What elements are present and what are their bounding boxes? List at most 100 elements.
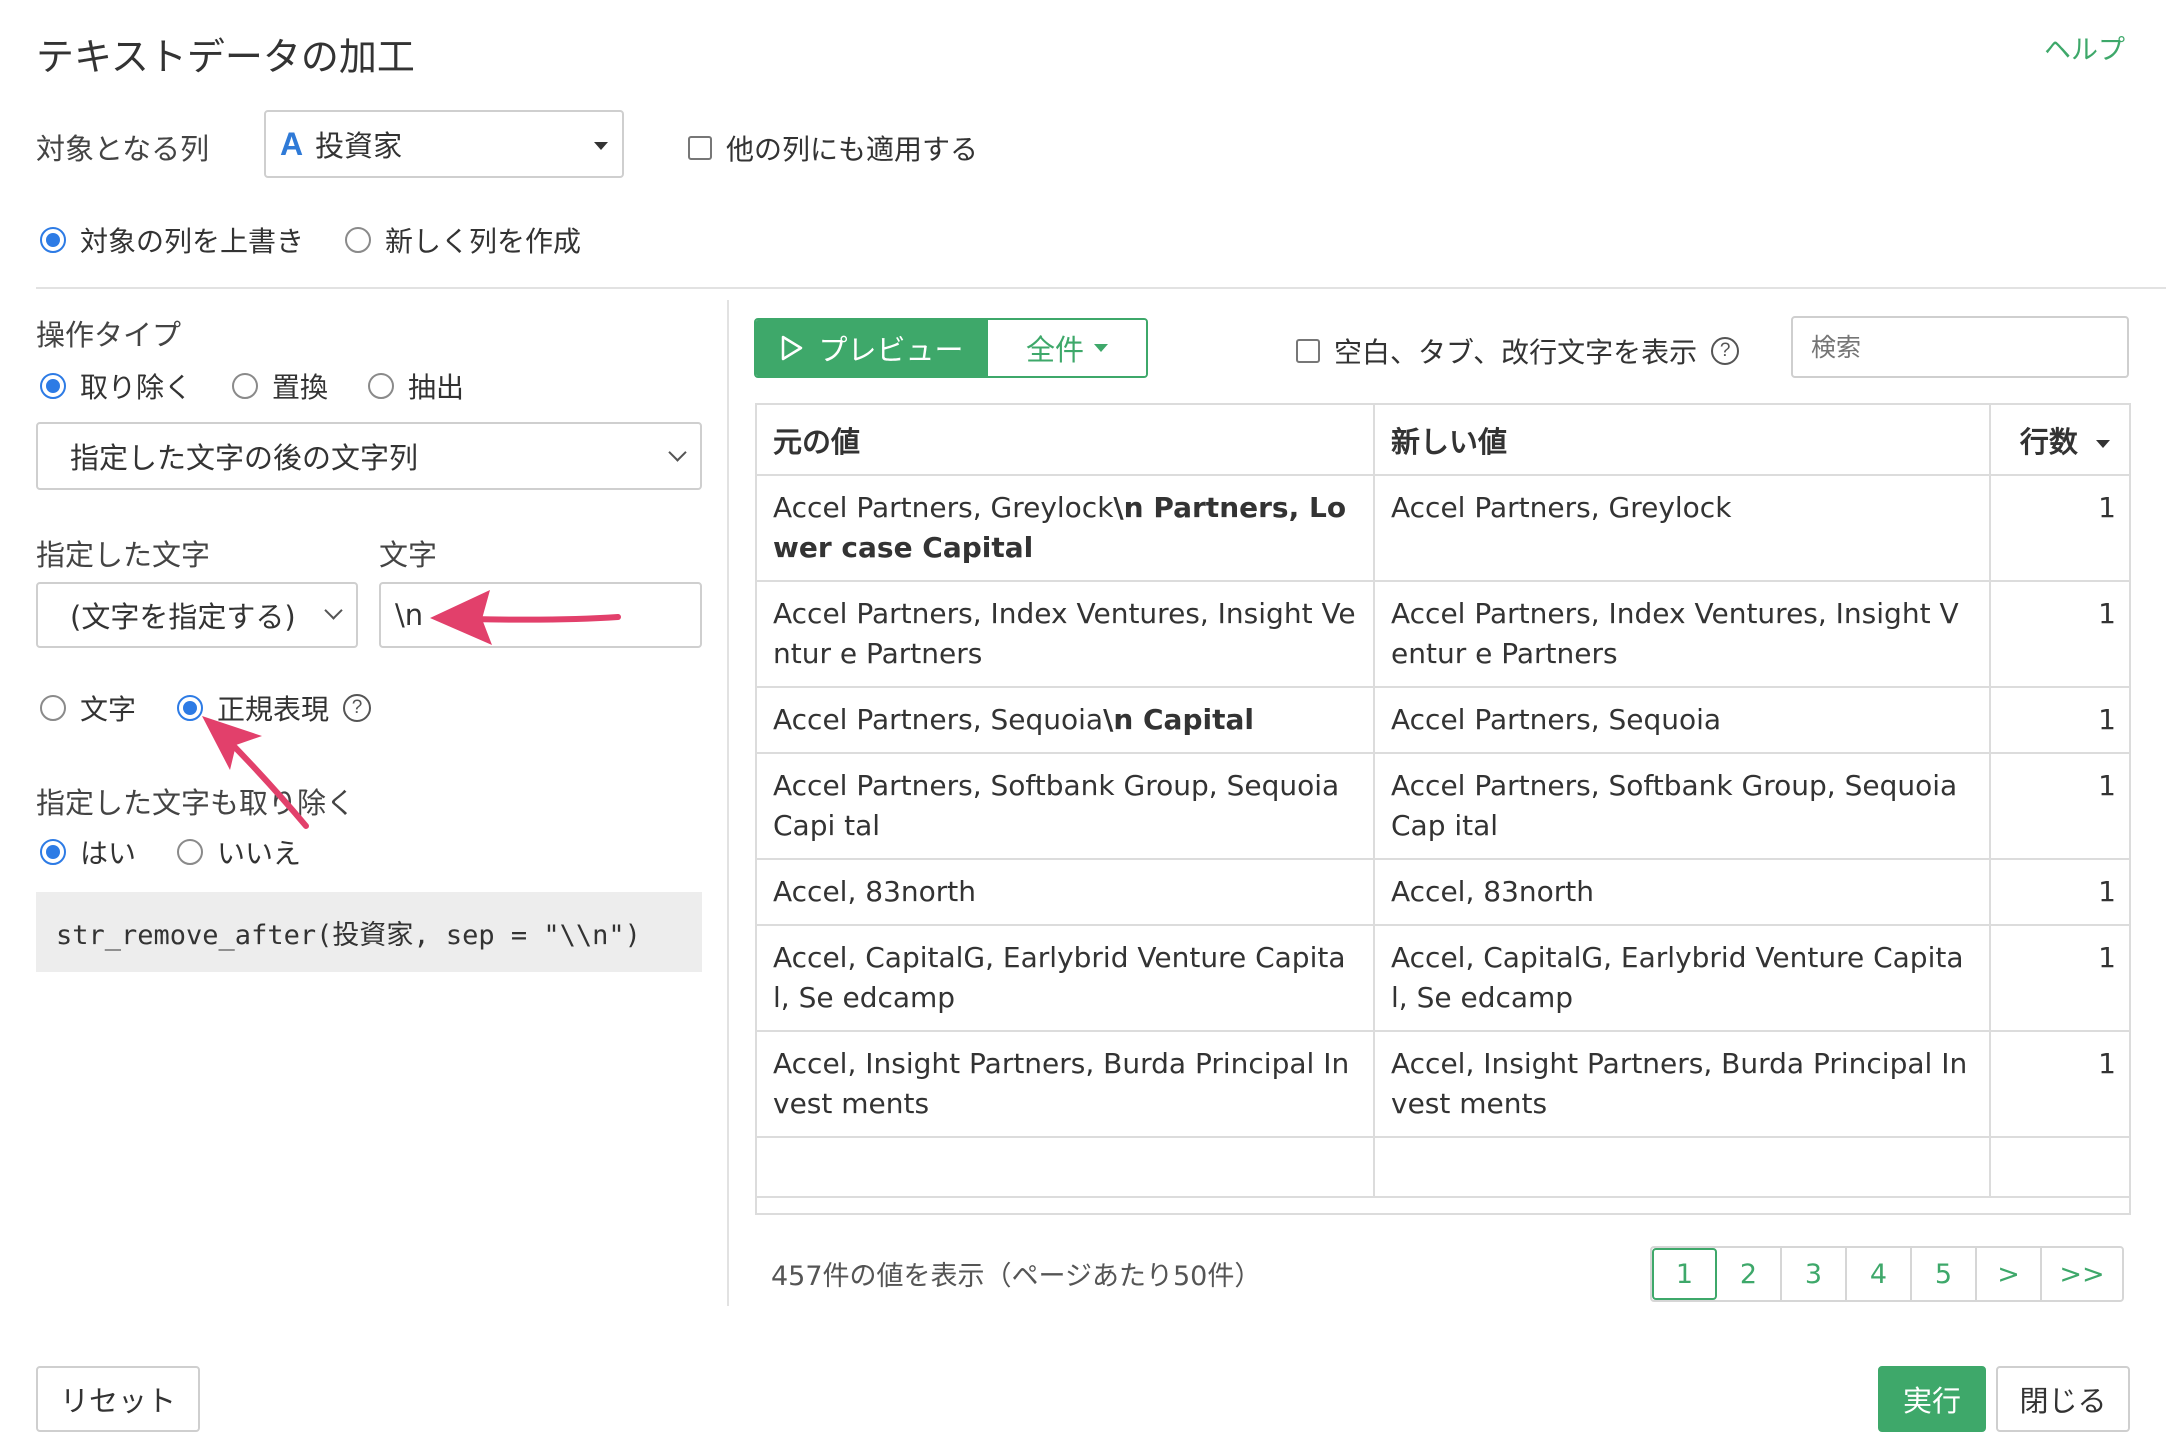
new-value-cell: Accel, Insight Partners, Burda Principal… bbox=[1374, 1031, 1991, 1138]
search-input[interactable] bbox=[1811, 332, 2128, 362]
last-page-button[interactable]: >> bbox=[2042, 1248, 2122, 1300]
mode-regex-label: 正規表現 bbox=[217, 693, 330, 726]
chevron-down-icon bbox=[324, 601, 343, 620]
original-value-cell: Accel Partners, Sequoia\n Capital bbox=[757, 687, 1375, 754]
preview-button-group: プレビュー 全件 bbox=[754, 318, 1148, 378]
caret-down-icon bbox=[2096, 439, 2110, 448]
column-header-new[interactable]: 新しい値 bbox=[1374, 405, 1991, 476]
row-count-cell bbox=[1990, 1137, 2129, 1198]
remove-no-label: いいえ bbox=[217, 837, 302, 870]
mode-text-label: 文字 bbox=[80, 693, 137, 726]
mode-regex-radio[interactable] bbox=[177, 695, 203, 721]
char-label: 文字 bbox=[379, 538, 438, 572]
new-value-cell: Accel Partners, Greylock bbox=[1374, 475, 1991, 582]
char-input[interactable]: \n bbox=[379, 582, 702, 648]
mode-regex-option[interactable]: 正規表現 ? bbox=[177, 688, 372, 728]
new-value-cell: Accel Partners, Sequoia bbox=[1374, 687, 1991, 754]
mode-text-option[interactable]: 文字 bbox=[40, 688, 136, 728]
remove-yes-radio[interactable] bbox=[40, 839, 66, 865]
show-whitespace-checkbox[interactable] bbox=[1296, 339, 1320, 363]
original-value-cell bbox=[757, 1137, 1375, 1198]
char-input-value: \n bbox=[395, 598, 424, 632]
question-icon[interactable]: ? bbox=[1711, 337, 1740, 365]
table-row: Accel Partners, Greylock\n Partners, Low… bbox=[757, 475, 2129, 582]
apply-other-label: 他の列にも適用する bbox=[726, 133, 979, 166]
next-page-button[interactable]: > bbox=[1977, 1248, 2042, 1300]
result-summary: 457件の値を表示（ページあたり50件） bbox=[771, 1261, 1262, 1292]
page-3-button[interactable]: 3 bbox=[1782, 1248, 1847, 1300]
page-1-button[interactable]: 1 bbox=[1652, 1248, 1717, 1300]
row-count-cell: 1 bbox=[1990, 475, 2129, 582]
original-value-cell: Accel, CapitalG, Earlybrid Venture Capit… bbox=[757, 925, 1375, 1032]
row-count-cell: 1 bbox=[1990, 1031, 2129, 1138]
reset-button[interactable]: リセット bbox=[36, 1366, 200, 1432]
remove-specified-label: 指定した文字も取り除く bbox=[36, 786, 356, 820]
page-4-button[interactable]: 4 bbox=[1847, 1248, 1912, 1300]
preview-table: 元の値 新しい値 行数 Accel Partners, Greylock\n P… bbox=[755, 403, 2131, 1215]
target-column-select[interactable]: A 投資家 bbox=[264, 110, 624, 178]
apply-other-checkbox[interactable] bbox=[688, 136, 712, 160]
column-header-original[interactable]: 元の値 bbox=[757, 405, 1375, 476]
new-column-radio[interactable] bbox=[345, 227, 371, 253]
operation-subtype-select[interactable]: 指定した文字の後の文字列 bbox=[36, 422, 702, 490]
original-value-cell: Accel, 83north bbox=[757, 859, 1375, 926]
original-value-cell: Accel Partners, Softbank Group, Sequoia … bbox=[757, 753, 1375, 860]
show-whitespace-option[interactable]: 空白、タブ、改行文字を表示 ? bbox=[1296, 331, 1740, 371]
remove-yes-label: はい bbox=[80, 837, 137, 870]
table-row: Accel, 83north Accel, 83north 1 bbox=[757, 859, 2129, 926]
overwrite-option[interactable]: 対象の列を上書き bbox=[40, 220, 304, 260]
row-count-cell: 1 bbox=[1990, 859, 2129, 926]
panel-divider bbox=[727, 300, 729, 1306]
page-2-button[interactable]: 2 bbox=[1717, 1248, 1782, 1300]
overwrite-label: 対象の列を上書き bbox=[80, 225, 305, 258]
column-header-count[interactable]: 行数 bbox=[1990, 405, 2129, 476]
all-rows-dropdown[interactable]: 全件 bbox=[988, 320, 1146, 376]
target-column-label: 対象となる列 bbox=[36, 132, 210, 166]
page-5-button[interactable]: 5 bbox=[1912, 1248, 1977, 1300]
chevron-down-icon bbox=[668, 443, 687, 462]
remove-yes-option[interactable]: はい bbox=[40, 832, 136, 872]
table-row: Accel Partners, Index Ventures, Insight … bbox=[757, 581, 2129, 688]
remove-no-option[interactable]: いいえ bbox=[177, 832, 301, 872]
original-value-cell: Accel Partners, Greylock\n Partners, Low… bbox=[757, 475, 1375, 582]
row-count-cell: 1 bbox=[1990, 925, 2129, 1032]
new-column-option[interactable]: 新しく列を作成 bbox=[345, 220, 581, 260]
operation-extract-radio[interactable] bbox=[368, 373, 394, 399]
overwrite-radio[interactable] bbox=[40, 227, 66, 253]
new-value-cell: Accel, 83north bbox=[1374, 859, 1991, 926]
close-button[interactable]: 閉じる bbox=[1996, 1366, 2130, 1432]
table-row: Accel, CapitalG, Earlybrid Venture Capit… bbox=[757, 925, 2129, 1032]
table-row: Accel, Insight Partners, Burda Principal… bbox=[757, 1031, 2129, 1138]
caret-down-icon bbox=[594, 142, 608, 150]
operation-subtype-value: 指定した文字の後の文字列 bbox=[70, 441, 419, 475]
operation-remove-option[interactable]: 取り除く bbox=[40, 366, 192, 406]
table-row bbox=[757, 1137, 2129, 1198]
operation-remove-radio[interactable] bbox=[40, 373, 66, 399]
question-icon[interactable]: ? bbox=[343, 694, 372, 722]
operation-replace-radio[interactable] bbox=[232, 373, 258, 399]
preview-button[interactable]: プレビュー bbox=[756, 320, 988, 376]
original-value-cell: Accel Partners, Index Ventures, Insight … bbox=[757, 581, 1375, 688]
table-row: Accel Partners, Sequoia\n Capital Accel … bbox=[757, 687, 2129, 754]
operation-replace-label: 置換 bbox=[272, 371, 329, 404]
row-count-cell: 1 bbox=[1990, 753, 2129, 860]
operation-remove-label: 取り除く bbox=[80, 371, 193, 404]
new-value-cell: Accel Partners, Softbank Group, Sequoia … bbox=[1374, 753, 1991, 860]
apply-other-columns[interactable]: 他の列にも適用する bbox=[688, 128, 978, 168]
all-rows-label: 全件 bbox=[1025, 333, 1084, 367]
help-link[interactable]: ヘルプ bbox=[2044, 28, 2125, 67]
new-value-cell: Accel, CapitalG, Earlybrid Venture Capit… bbox=[1374, 925, 1991, 1032]
pagination: 1 2 3 4 5 > >> bbox=[1650, 1246, 2124, 1302]
original-value-cell: Accel, Insight Partners, Burda Principal… bbox=[757, 1031, 1375, 1138]
table-row: Accel Partners, Softbank Group, Sequoia … bbox=[757, 753, 2129, 860]
column-header-count-label: 行数 bbox=[2019, 424, 2078, 459]
divider bbox=[36, 287, 2166, 289]
new-value-cell bbox=[1374, 1137, 1991, 1198]
mode-text-radio[interactable] bbox=[40, 695, 66, 721]
operation-replace-option[interactable]: 置換 bbox=[232, 366, 328, 406]
operation-extract-label: 抽出 bbox=[408, 371, 465, 404]
specified-char-select[interactable]: (文字を指定する) bbox=[36, 582, 358, 648]
remove-no-radio[interactable] bbox=[177, 839, 203, 865]
operation-extract-option[interactable]: 抽出 bbox=[368, 366, 464, 406]
run-button[interactable]: 実行 bbox=[1878, 1366, 1986, 1432]
